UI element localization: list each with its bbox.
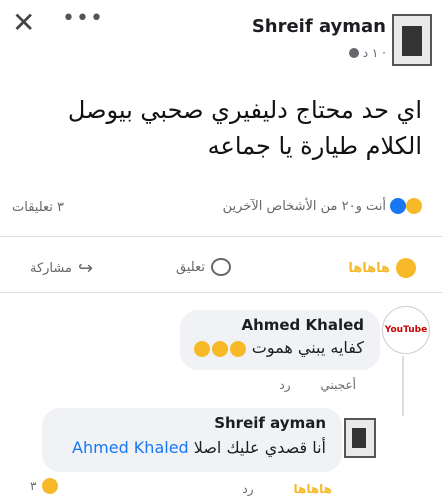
share-button-label: مشاركة bbox=[30, 261, 72, 276]
more-options-icon[interactable]: ••• bbox=[62, 8, 104, 30]
divider bbox=[0, 292, 442, 293]
reply-reply-link[interactable]: رد bbox=[242, 482, 253, 496]
author-avatar[interactable] bbox=[392, 14, 432, 66]
share-button[interactable]: مشاركة ↪ bbox=[30, 258, 93, 279]
haha-emoji-icon bbox=[42, 478, 59, 494]
haha-button[interactable]: هاهاها bbox=[348, 258, 416, 278]
like-reaction-icon bbox=[390, 198, 406, 214]
reactions-summary[interactable]: أنت و٢٠ من الأشخاص الآخرين bbox=[223, 198, 422, 214]
post-text: اي حد محتاج دليفيري صحبي بيوصل الكلام طي… bbox=[12, 92, 422, 164]
post-time: ١ د · bbox=[362, 46, 386, 60]
reactions-summary-text: أنت و٢٠ من الأشخاص الآخرين bbox=[222, 198, 386, 214]
laughing-emoji-icon bbox=[193, 340, 210, 357]
divider bbox=[0, 236, 442, 237]
reply-author-name[interactable]: Shreif ayman bbox=[214, 414, 326, 432]
haha-reaction-icon bbox=[406, 198, 422, 214]
post-text-line-2: الكلام طيارة يا جماعه bbox=[207, 132, 422, 160]
reply-reaction-count-value: ٣ bbox=[30, 479, 37, 493]
comment-author-name[interactable]: Ahmed Khaled bbox=[241, 316, 364, 334]
comment-button[interactable]: تعليق bbox=[176, 258, 231, 276]
close-icon[interactable]: ✕ bbox=[12, 9, 38, 37]
comment-actions: أعجبني رد bbox=[279, 378, 356, 392]
reply-reaction-count[interactable]: ٣ bbox=[30, 478, 59, 494]
laughing-emoji-icon bbox=[211, 340, 228, 357]
comment-text: كفايه يبني هموت bbox=[193, 338, 364, 357]
haha-button-label: هاهاها bbox=[348, 260, 390, 276]
comment-like-link[interactable]: أعجبني bbox=[321, 378, 356, 392]
comment-body: كفايه يبني هموت bbox=[251, 338, 364, 357]
comment-reply-link[interactable]: رد bbox=[279, 378, 290, 392]
post-timestamp: ١ د · bbox=[348, 46, 386, 60]
reply-actions: هاهاها رد bbox=[242, 482, 332, 496]
laughing-emoji-icon bbox=[229, 340, 246, 357]
comment-count[interactable]: ٣ تعليقات bbox=[12, 200, 64, 215]
youtube-logo: YouTube bbox=[384, 325, 428, 335]
commenter-avatar[interactable]: YouTube bbox=[382, 306, 430, 354]
comment-icon bbox=[210, 258, 231, 276]
reply-body: أنا قصدي عليك اصلا bbox=[193, 438, 326, 457]
reply-author-avatar[interactable] bbox=[344, 418, 376, 458]
thread-line bbox=[402, 356, 404, 416]
comment-button-label: تعليق bbox=[176, 259, 205, 275]
post-author-name[interactable]: Shreif ayman bbox=[252, 16, 386, 37]
mention-link[interactable]: Ahmed Khaled bbox=[72, 438, 189, 457]
share-icon: ↪ bbox=[77, 258, 94, 279]
reply-text: أنا قصدي عليك اصلا Ahmed Khaled bbox=[72, 438, 326, 457]
reply-haha-link[interactable]: هاهاها bbox=[294, 482, 332, 496]
haha-emoji-icon bbox=[396, 258, 416, 278]
globe-icon bbox=[348, 48, 359, 58]
post-text-line-1: اي حد محتاج دليفيري صحبي بيوصل bbox=[67, 96, 422, 124]
